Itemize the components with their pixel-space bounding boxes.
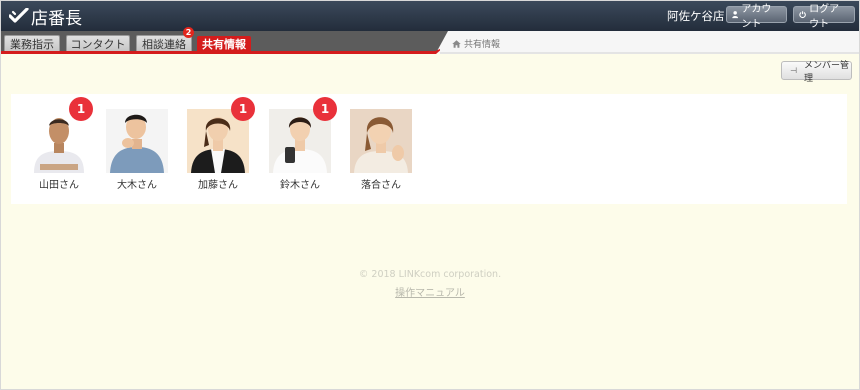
- home-icon: [452, 39, 461, 48]
- member-notification-badge: 1: [69, 97, 93, 121]
- consultation-count-badge: 2: [183, 27, 194, 38]
- account-label: アカウント: [741, 3, 772, 30]
- member-notification-badge: 1: [313, 97, 337, 121]
- member-card-oki[interactable]: 大木さん: [105, 109, 169, 191]
- tab-contacts[interactable]: コンタクト: [66, 35, 130, 51]
- avatar: [350, 109, 412, 173]
- copyright-text: © 2018 LINKcom corporation.: [358, 269, 502, 280]
- logo-text: 店番長: [31, 8, 82, 29]
- members-panel: 山田さん 1 大木さん 加藤さん 1 鈴木さん 1 落合さん: [11, 94, 847, 204]
- member-card-suzuki[interactable]: 鈴木さん: [268, 109, 332, 191]
- member-card-yamada[interactable]: 山田さん: [27, 109, 91, 191]
- store-name: 阿佐ケ谷店: [667, 9, 725, 23]
- tab-shared-info[interactable]: 共有情報: [197, 36, 251, 51]
- tab-bar-underline: [440, 52, 860, 54]
- account-button[interactable]: アカウント: [726, 4, 787, 30]
- tab-business-instructions[interactable]: 業務指示: [4, 35, 60, 51]
- top-header: 店番長 阿佐ケ谷店 アカウント ログアウト: [0, 0, 860, 31]
- member-name: 加藤さん: [198, 180, 238, 191]
- app-logo[interactable]: 店番長: [9, 4, 82, 29]
- avatar: [106, 109, 168, 173]
- breadcrumb: 共有情報: [452, 37, 500, 50]
- member-name: 落合さん: [361, 180, 401, 191]
- member-card-kato[interactable]: 加藤さん: [186, 109, 250, 191]
- tab-consultation[interactable]: 相談連絡: [136, 35, 192, 51]
- member-notification-badge: 1: [231, 97, 255, 121]
- member-card-ochiai[interactable]: 落合さん: [349, 109, 413, 191]
- member-management-button[interactable]: ⊣ メンバー管理: [781, 61, 852, 84]
- user-icon: [732, 11, 739, 19]
- member-name: 大木さん: [117, 180, 157, 191]
- logout-label: ログアウト: [809, 3, 840, 30]
- manual-link-wrap: 操作マニュアル: [0, 284, 860, 299]
- checkmark-icon: [9, 8, 29, 23]
- power-icon: [799, 11, 806, 18]
- member-name: 山田さん: [39, 180, 79, 191]
- member-settings-icon: ⊣: [790, 66, 797, 75]
- manual-link[interactable]: 操作マニュアル: [395, 288, 465, 299]
- member-name: 鈴木さん: [280, 180, 320, 191]
- member-management-label: メンバー管理: [803, 60, 849, 84]
- breadcrumb-current[interactable]: 共有情報: [464, 37, 500, 50]
- logout-button[interactable]: ログアウト: [793, 4, 855, 30]
